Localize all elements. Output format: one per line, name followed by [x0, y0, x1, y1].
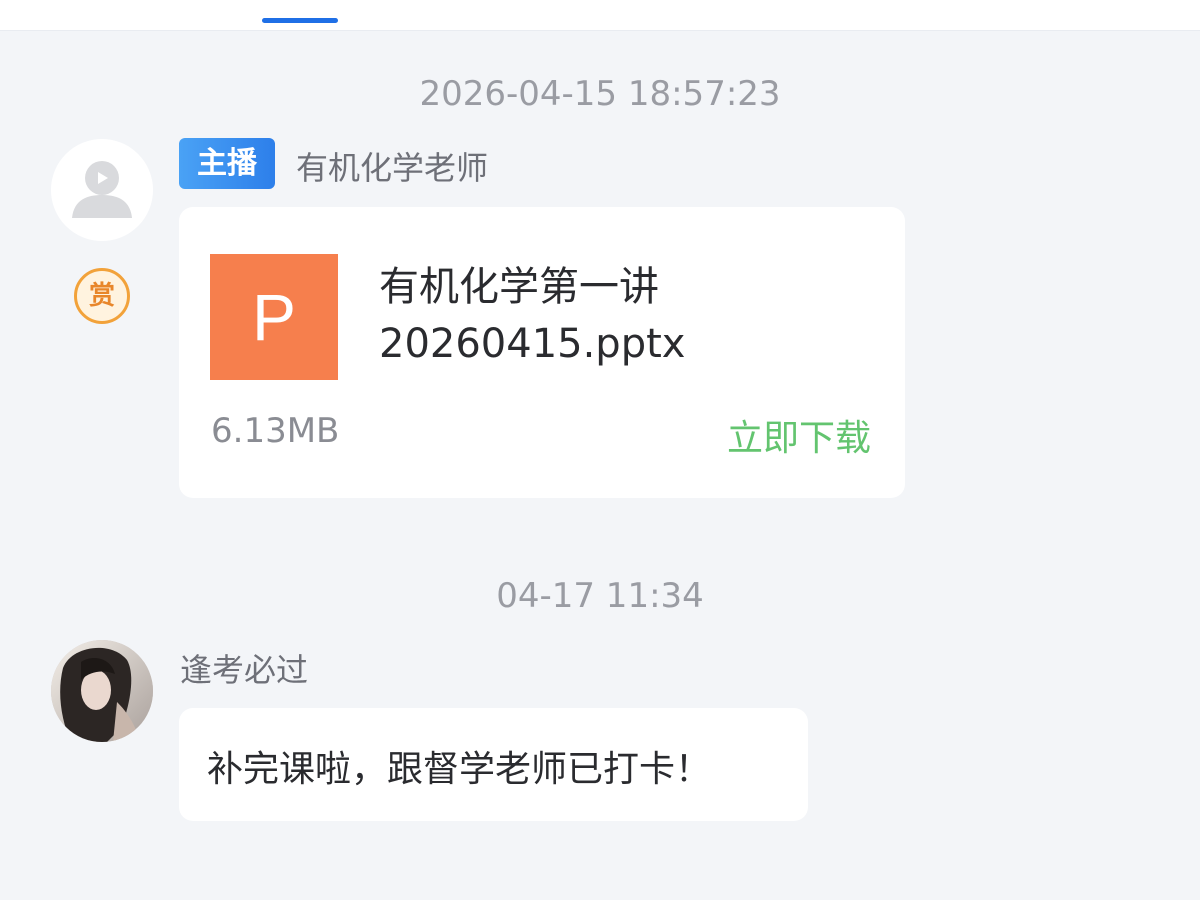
user-avatar[interactable]: [51, 640, 153, 742]
file-name-line-2: 20260415.pptx: [379, 321, 686, 367]
text-message-bubble[interactable]: 补完课啦，跟督学老师已打卡！: [179, 708, 808, 821]
host-avatar[interactable]: [51, 139, 153, 241]
user-photo-avatar: [51, 640, 153, 742]
active-tab-indicator: [262, 18, 338, 23]
message-text: 补完课啦，跟督学老师已打卡！: [207, 749, 712, 790]
host-role-tag: 主播: [179, 138, 275, 189]
file-size: 6.13MB: [211, 411, 340, 451]
host-sender-name: 有机化学老师: [296, 149, 489, 187]
message-timestamp: 2026-04-15 18:57:23: [419, 74, 781, 114]
download-now-button[interactable]: 立即下载: [727, 409, 871, 461]
pptx-file-icon: P: [210, 254, 338, 380]
default-user-icon: [51, 139, 153, 241]
top-tab-bar: [0, 0, 1200, 31]
reward-badge[interactable]: 赏: [74, 268, 130, 324]
file-name: 有机化学第一讲 20260415.pptx: [379, 259, 879, 373]
file-message-card[interactable]: P 有机化学第一讲 20260415.pptx 6.13MB 立即下载: [179, 207, 905, 498]
user-sender-name: 逢考必过: [180, 651, 309, 689]
message-timestamp: 04-17 11:34: [496, 576, 704, 616]
file-name-line-1: 有机化学第一讲: [379, 264, 659, 310]
